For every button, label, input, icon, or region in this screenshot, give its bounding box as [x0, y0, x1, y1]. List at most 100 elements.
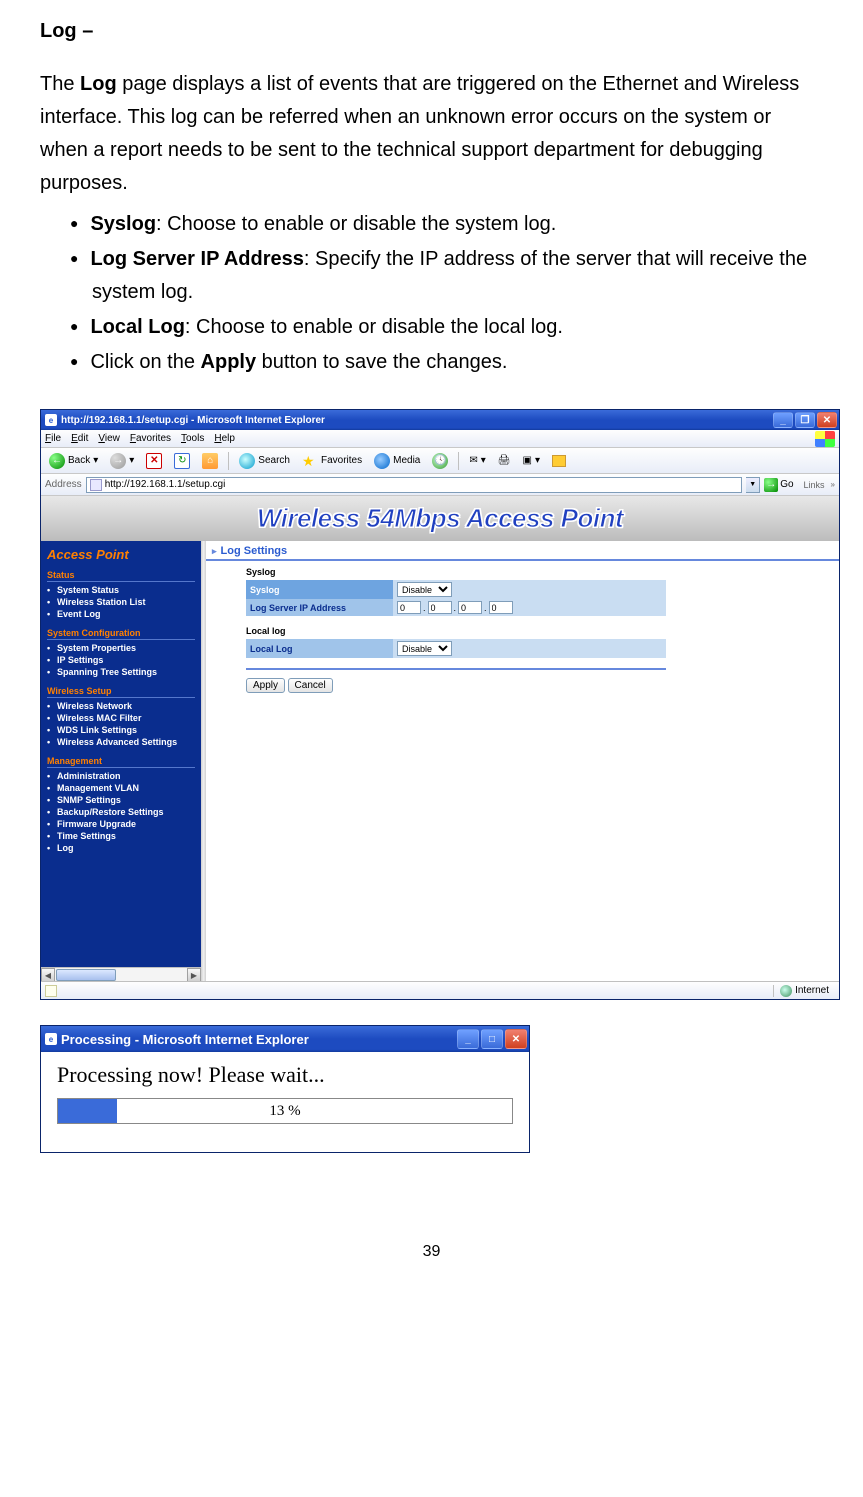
menu-help[interactable]: Help — [214, 433, 235, 444]
banner-text: Wireless 54Mbps Access Point — [257, 503, 623, 534]
sidebar-item-firmware-upgrade[interactable]: Firmware Upgrade — [47, 818, 195, 830]
bullet-bold: Apply — [201, 351, 257, 373]
sidebar-item-wireless-station-list[interactable]: Wireless Station List — [47, 596, 195, 608]
sidebar-item-backup-restore[interactable]: Backup/Restore Settings — [47, 806, 195, 818]
bullet-text: Click on the — [90, 351, 200, 373]
ie-icon: e — [45, 414, 57, 426]
sidebar-scrollbar[interactable]: ◀ ▶ — [41, 967, 201, 981]
menu-favorites[interactable]: Favorites — [130, 433, 171, 444]
media-button[interactable]: Media — [370, 451, 424, 471]
locallog-select[interactable]: Disable — [397, 641, 452, 656]
progress-bar: 13 % — [57, 1098, 513, 1124]
main-pane: Log Settings Syslog Syslog Disable Log S… — [206, 541, 839, 981]
divider — [246, 668, 666, 670]
globe-icon — [780, 985, 792, 997]
status-zone: Internet — [773, 985, 835, 997]
ip-octet-2[interactable] — [428, 601, 452, 614]
menu-edit[interactable]: Edit — [71, 433, 88, 444]
menu-tools[interactable]: Tools — [181, 433, 204, 444]
sidebar-item-system-properties[interactable]: System Properties — [47, 642, 195, 654]
media-label: Media — [393, 455, 420, 466]
bullet-bold: Log Server IP Address — [90, 248, 303, 270]
scroll-left-icon[interactable]: ◀ — [41, 968, 55, 981]
ip-octet-3[interactable] — [458, 601, 482, 614]
history-button[interactable]: 🕓 — [428, 451, 452, 471]
back-button[interactable]: ←Back ▾ — [45, 451, 102, 471]
scroll-thumb[interactable] — [56, 969, 116, 981]
syslog-select[interactable]: Disable — [397, 582, 452, 597]
address-input[interactable]: http://192.168.1.1/setup.cgi — [86, 477, 743, 493]
search-button[interactable]: Search — [235, 451, 294, 471]
links-chevron-icon[interactable]: » — [831, 480, 835, 489]
window-title: http://192.168.1.1/setup.cgi - Microsoft… — [61, 415, 325, 426]
status-page-icon — [45, 985, 57, 997]
sidebar-item-time-settings[interactable]: Time Settings — [47, 830, 195, 842]
dialog-close-button[interactable]: ✕ — [505, 1029, 527, 1049]
locallog-table: Local Log Disable — [246, 639, 666, 658]
apply-button[interactable]: Apply — [246, 678, 285, 693]
sidebar-item-event-log[interactable]: Event Log — [47, 608, 195, 620]
edit-button[interactable]: ▣ ▾ — [518, 453, 543, 468]
sidebar-title: Access Point — [47, 547, 195, 562]
history-icon: 🕓 — [432, 453, 448, 469]
ip-octet-1[interactable] — [397, 601, 421, 614]
address-label: Address — [45, 479, 82, 490]
menu-view[interactable]: View — [98, 433, 120, 444]
mail-button[interactable]: ✉ ▾ — [465, 453, 489, 468]
forward-button[interactable]: → ▾ — [106, 451, 138, 471]
sidebar-group-system-config: System Configuration — [47, 628, 195, 640]
links-label[interactable]: Links — [804, 480, 825, 490]
sidebar-item-wireless-advanced[interactable]: Wireless Advanced Settings — [47, 736, 195, 748]
browser-window: e http://192.168.1.1/setup.cgi - Microso… — [40, 409, 840, 1000]
bullet-item: Click on the Apply button to save the ch… — [70, 346, 823, 379]
bullet-item: Log Server IP Address: Specify the IP ad… — [70, 243, 823, 309]
dialog-title: Processing - Microsoft Internet Explorer — [61, 1032, 309, 1047]
back-icon: ← — [49, 453, 65, 469]
home-button[interactable]: ⌂ — [198, 451, 222, 471]
bullet-text: : Choose to enable or disable the local … — [185, 316, 563, 338]
minimize-button[interactable]: _ — [773, 412, 793, 428]
syslog-subheader: Syslog — [246, 567, 666, 577]
sidebar-item-spanning-tree[interactable]: Spanning Tree Settings — [47, 666, 195, 678]
sidebar: Access Point Status System Status Wirele… — [41, 541, 201, 981]
page-icon — [90, 479, 102, 491]
star-icon: ★ — [302, 453, 318, 469]
sidebar-item-wireless-mac-filter[interactable]: Wireless MAC Filter — [47, 712, 195, 724]
sidebar-item-log[interactable]: Log — [47, 842, 195, 854]
discuss-button[interactable] — [548, 453, 570, 469]
address-dropdown[interactable]: ▼ — [746, 477, 760, 493]
sidebar-item-wireless-network[interactable]: Wireless Network — [47, 700, 195, 712]
search-label: Search — [258, 455, 290, 466]
dialog-message: Processing now! Please wait... — [57, 1062, 513, 1088]
sidebar-group-wireless-setup: Wireless Setup — [47, 686, 195, 698]
scroll-right-icon[interactable]: ▶ — [187, 968, 201, 981]
home-icon: ⌂ — [202, 453, 218, 469]
sidebar-item-management-vlan[interactable]: Management VLAN — [47, 782, 195, 794]
stop-button[interactable]: ✕ — [142, 451, 166, 471]
page-number: 39 — [40, 1243, 823, 1261]
go-button[interactable]: →Go — [764, 478, 793, 492]
dialog-minimize-button[interactable]: _ — [457, 1029, 479, 1049]
sidebar-item-administration[interactable]: Administration — [47, 770, 195, 782]
sidebar-group-management: Management — [47, 756, 195, 768]
refresh-button[interactable]: ↻ — [170, 451, 194, 471]
windows-logo-icon — [815, 431, 835, 447]
toolbar: ←Back ▾ → ▾ ✕ ↻ ⌂ Search ★Favorites Medi… — [41, 448, 839, 474]
favorites-button[interactable]: ★Favorites — [298, 451, 366, 471]
intro-bold: Log — [80, 73, 117, 95]
restore-button[interactable]: ❐ — [795, 412, 815, 428]
ip-octet-4[interactable] — [489, 601, 513, 614]
menubar: File Edit View Favorites Tools Help — [41, 430, 839, 448]
go-icon: → — [764, 478, 778, 492]
intro-paragraph: The Log page displays a list of events t… — [40, 68, 823, 200]
dialog-maximize-button[interactable]: □ — [481, 1029, 503, 1049]
sidebar-item-wds-link[interactable]: WDS Link Settings — [47, 724, 195, 736]
syslog-row-label: Syslog — [246, 580, 393, 599]
print-button[interactable]: 🖨 — [494, 453, 515, 468]
menu-file[interactable]: File — [45, 433, 61, 444]
cancel-button[interactable]: Cancel — [288, 678, 333, 693]
sidebar-item-system-status[interactable]: System Status — [47, 584, 195, 596]
close-button[interactable]: ✕ — [817, 412, 837, 428]
sidebar-item-ip-settings[interactable]: IP Settings — [47, 654, 195, 666]
sidebar-item-snmp[interactable]: SNMP Settings — [47, 794, 195, 806]
